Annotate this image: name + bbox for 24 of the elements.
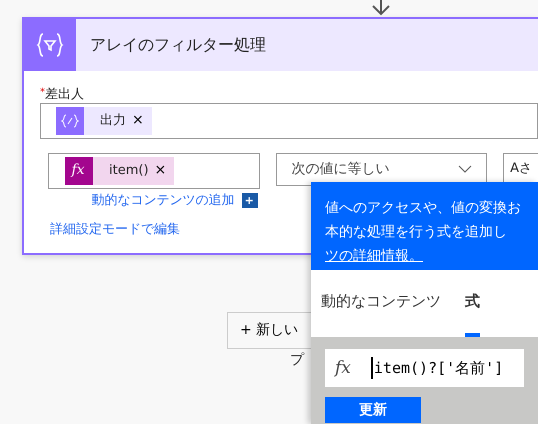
remove-button[interactable]: × — [126, 110, 152, 131]
remove-button[interactable]: × — [148, 160, 174, 181]
chevron-down-icon — [458, 165, 472, 173]
function-icon: fx — [71, 162, 87, 179]
token-label: item() — [109, 162, 149, 180]
info-text: 値へのアクセスや、値の変換お — [325, 199, 521, 218]
step-text: プ — [290, 351, 304, 370]
operator-value: 次の値に等しい — [291, 160, 390, 178]
required-mark: * — [40, 87, 45, 98]
from-field[interactable]: 出力 × — [40, 102, 538, 138]
info-text: 本的な処理を行う式を追加し — [325, 223, 507, 242]
token-label: 出力 — [100, 112, 126, 130]
field-label: *差出人 — [40, 86, 85, 104]
add-button[interactable]: + — [242, 192, 258, 208]
filter-braces-icon — [36, 32, 64, 58]
expression-field[interactable]: fx item()?['名前'] — [325, 349, 524, 387]
card-title: アレイのフィルター処理 — [89, 34, 266, 56]
learn-more-link[interactable]: ツの詳細情報。 — [325, 244, 423, 268]
update-button[interactable]: 更新 — [325, 397, 421, 423]
advanced-mode-link[interactable]: 詳細設定モードで編集 — [50, 220, 180, 240]
braces-icon — [61, 114, 79, 128]
add-dynamic-content-link[interactable]: 動的なコンテンツの追加 — [91, 190, 234, 210]
function-icon: fx — [335, 358, 353, 378]
condition-field[interactable]: fx item() × — [48, 152, 260, 188]
